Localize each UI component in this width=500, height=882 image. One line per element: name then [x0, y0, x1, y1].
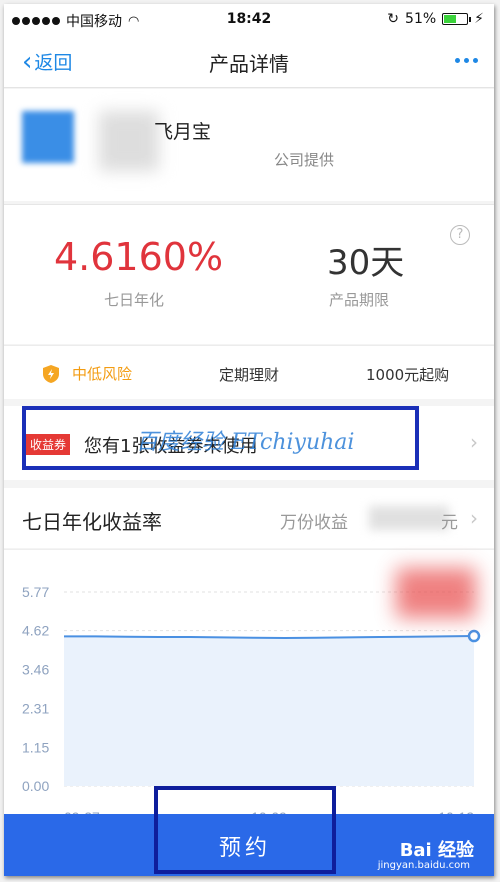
rotation-lock-icon: ↻: [387, 11, 400, 27]
per-10k-yield-link[interactable]: 万份收益: [280, 508, 348, 533]
more-options-button[interactable]: [455, 58, 478, 63]
product-name: 飞月宝: [154, 121, 212, 143]
shield-icon: [43, 364, 59, 383]
watermark: 百度经验 ETchiyuhai: [136, 430, 355, 455]
risk-tag: 中低风险: [42, 363, 132, 384]
status-right: ↻ 51% ⚡: [387, 11, 484, 27]
y-tick-label: 3.46: [22, 662, 49, 678]
chevron-right-icon: ›: [470, 430, 478, 454]
yield-chart: 5.774.623.462.311.150.00 09-2710-0910-12: [4, 549, 494, 820]
product-period-label: 产品期限: [329, 291, 390, 309]
charging-icon: ⚡: [474, 11, 484, 27]
chevron-right-icon: ›: [470, 506, 478, 530]
product-tags: 中低风险 定期理财 1000元起购: [4, 345, 494, 399]
blurred-area: [369, 506, 449, 530]
phone-screen: 中国移动 ◠ 18:42 ↻ 51% ⚡ ‹ 返回 产品详情 飞月宝 公司提供 …: [4, 4, 494, 876]
product-period-value: 30天: [327, 243, 405, 283]
y-tick-label: 2.31: [22, 700, 49, 716]
rate-section: ? 4.6160% 七日年化 30天 产品期限: [4, 204, 494, 344]
book-button[interactable]: 预约: [154, 786, 336, 874]
coupon-row[interactable]: 收益券 您有1张收益券未使用 百度经验 ETchiyuhai ›: [4, 406, 494, 480]
page-title: 产品详情: [209, 52, 289, 76]
product-provider: 公司提供: [274, 151, 335, 169]
coupon-badge: 收益券: [26, 434, 71, 455]
seven-day-rate-label: 七日年化: [104, 291, 165, 309]
seven-day-rate-value: 4.6160%: [54, 235, 224, 279]
yield-title: 七日年化收益率: [22, 510, 162, 534]
blurred-area: [396, 568, 476, 618]
y-tick-label: 0.00: [22, 778, 49, 794]
y-tick-label: 1.15: [22, 739, 49, 755]
term-tag: 定期理财: [219, 366, 280, 384]
blurred-area: [99, 111, 159, 171]
nav-bar: ‹ 返回 产品详情: [4, 34, 494, 88]
booking-bar: 预约 Bai 经验 jingyan.baidu.com: [4, 786, 494, 876]
battery-percent: 51%: [405, 11, 437, 27]
baidu-logo: Bai 经验: [399, 840, 474, 861]
battery-icon: [442, 13, 472, 25]
last-point-marker: [467, 629, 481, 643]
baidu-url: jingyan.baidu.com: [377, 860, 470, 871]
status-bar: 中国移动 ◠ 18:42 ↻ 51% ⚡: [4, 4, 494, 34]
product-header: 飞月宝 公司提供: [4, 89, 494, 201]
yield-header: 七日年化收益率 万份收益 元 ›: [4, 488, 494, 548]
y-tick-label: 4.62: [22, 623, 49, 639]
battery-fill: [444, 15, 457, 23]
risk-label: 中低风险: [72, 365, 133, 383]
book-label: 预约: [218, 836, 271, 861]
series-area: [64, 636, 474, 786]
y-tick-label: 5.77: [22, 584, 49, 600]
product-logo: [22, 111, 74, 163]
min-purchase-tag: 1000元起购: [366, 366, 450, 384]
yield-unit: 元: [441, 513, 458, 533]
help-icon[interactable]: ?: [450, 225, 470, 245]
